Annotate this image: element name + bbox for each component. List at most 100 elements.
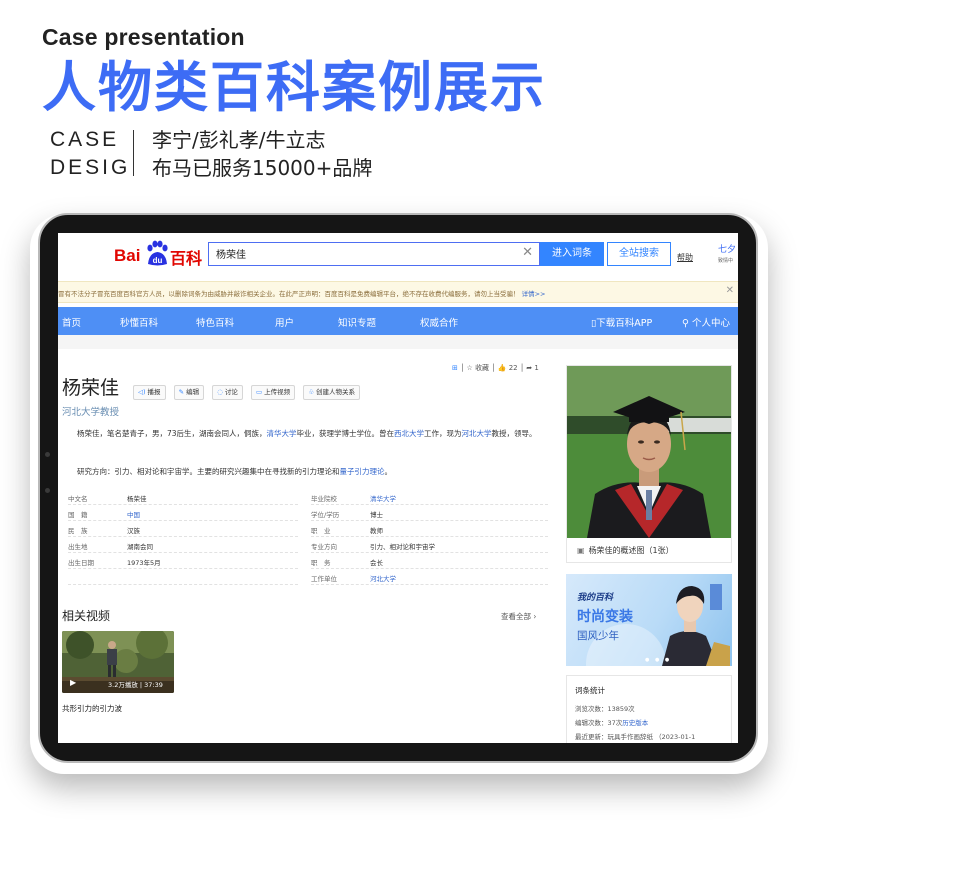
qixi-promo-sub: 致情中 (718, 258, 734, 264)
info-row: 中文名 杨荣佳 毕业院校 清华大学 (68, 489, 548, 505)
entry-action-chips: ◁) 播报 ✎ 编辑 ◌ 讨论 ▭ 上传视频 ♧ 创建人物关系 (133, 379, 363, 400)
discuss-button[interactable]: ◌ 讨论 (212, 385, 243, 400)
stats-title: 词条统计 (575, 686, 605, 695)
link-tsinghua-school[interactable]: 清华大学 (370, 493, 396, 503)
stats-edits: 编辑次数：37次历史版本 (575, 719, 649, 727)
entry-intro: 杨荣佳，笔名楚青子，男，73后生，湖南会同人，侗族，清华大学毕业，获理学博士学位… (77, 429, 537, 438)
stats-updated: 最近更新：玩具手作画辞纸 （2023-01-1 (575, 733, 696, 741)
stats-views: 浏览次数：13859次 (575, 705, 635, 713)
broadcast-button[interactable]: ◁) 播报 (133, 385, 166, 400)
eyebrow-title: Case presentation (42, 24, 245, 50)
info-row: 民 族 汉族 职 业 教师 (68, 521, 548, 537)
user-icon: ⚲ (682, 318, 692, 329)
search-value: 杨荣佳 (216, 250, 246, 261)
info-row: 出生日期 1973年5月 职 务 会长 (68, 553, 548, 569)
gallery-icon: ▣ (577, 546, 585, 555)
see-all-link[interactable]: 查看全部 › (501, 611, 536, 622)
case-served: 布马已服务15000+品牌 (152, 156, 373, 180)
edit-button[interactable]: ✎ 编辑 (173, 385, 205, 400)
nav-item-miaodong[interactable]: 秒懂百科 (120, 315, 158, 329)
link-tsinghua[interactable]: 清华大学 (267, 429, 297, 438)
info-row: 出生地 湖南会同 专业方向 引力、相对论和宇宙学 (68, 537, 548, 553)
nav-item-featured[interactable]: 特色百科 (196, 315, 234, 329)
entry-meta-actions: ⊞ │ ☆ 收藏 │ 👍 22 │ ➦ 1 (452, 364, 539, 372)
clear-icon[interactable]: ✕ (522, 245, 533, 260)
carousel-dots[interactable]: ● ● ● (645, 657, 671, 663)
case-divider (133, 130, 134, 176)
share-icon[interactable]: ➦ (526, 364, 532, 372)
video-caption[interactable]: 共形引力的引力波 (62, 703, 122, 714)
case-details: 李宁/彭礼孝/牛立志 布马已服务15000+品牌 (152, 126, 372, 182)
entry-title: 杨荣佳 (62, 377, 120, 399)
chat-icon: ◌ (217, 388, 223, 396)
banner-line-1: 我的百科 (577, 593, 614, 603)
people-icon: ♧ (308, 388, 315, 396)
summary-photo-card[interactable]: ▣ 杨荣佳的概述图（1张） (566, 365, 732, 563)
nav-item-authority[interactable]: 权威合作 (420, 315, 458, 329)
case-line-2: DESIG (50, 156, 131, 179)
add-icon[interactable]: ⊞ (452, 364, 458, 372)
portrait-photo (567, 366, 731, 538)
promo-banner[interactable]: 我的百科 时尚变装 国风少年 ● ● ● (566, 574, 732, 666)
personal-center-link[interactable]: ⚲ 个人中心 (682, 315, 730, 329)
play-icon[interactable]: ▶ (70, 678, 76, 687)
upload-video-button[interactable]: ▭ 上传视频 (250, 385, 296, 400)
case-presentation-page: Case presentation 人物类百科案例展示 CASE DESIG 李… (0, 0, 960, 870)
entry-subtitle: 河北大学教授 (62, 407, 120, 418)
baidu-baike-logo[interactable]: Bai du 百科 (114, 240, 204, 268)
case-label: CASE DESIG (50, 126, 130, 182)
case-line-1: CASE (50, 128, 120, 151)
video-icon: ▭ (255, 388, 263, 396)
headline: 人物类百科案例展示 (42, 56, 546, 119)
related-videos-title: 相关视频 (62, 609, 111, 623)
close-icon[interactable]: ✕ (726, 285, 734, 296)
link-hebei-workplace[interactable]: 河北大学 (370, 573, 396, 583)
nav-item-topics[interactable]: 知识专题 (338, 315, 376, 329)
baike-header: Bai du 百科 杨荣佳 ✕ 进入词条 全站搜索 帮助 七夕 致情中 (58, 233, 738, 280)
link-quantum-gravity[interactable]: 量子引力理论 (340, 467, 385, 476)
entry-research: 研究方向：引力、相对论和宇宙学。主要的研究兴趣集中在寻找新的引力理论和量子引力理… (77, 467, 392, 476)
logo-du-text: du (153, 256, 163, 265)
fraud-notice-bar: 冒有不法分子冒充百度百科官方人员，以删除词条为由威胁并敲诈相关企业。在此严正声明… (58, 281, 738, 303)
site-search-button[interactable]: 全站搜索 (607, 242, 671, 266)
enter-entry-button[interactable]: 进入词条 (540, 242, 604, 266)
create-relation-button[interactable]: ♧ 创建人物关系 (303, 385, 361, 400)
photo-caption[interactable]: ▣ 杨荣佳的概述图（1张） (577, 545, 674, 556)
thumbs-up-icon[interactable]: 👍 (498, 364, 507, 372)
search-input[interactable]: 杨荣佳 ✕ (208, 242, 540, 266)
history-version-link[interactable]: 历史版本 (622, 719, 648, 727)
notice-details-link[interactable]: 详情>> (522, 290, 546, 298)
speaker-icon: ◁) (138, 388, 146, 396)
entry-stats-card: 词条统计 浏览次数：13859次 编辑次数：37次历史版本 最近更新：玩具手作画… (566, 675, 732, 743)
video-thumbnail[interactable]: ▶ 3.2万播放 | 37:39 (62, 631, 174, 693)
browser-screen: Bai du 百科 杨荣佳 ✕ 进入词条 全站搜索 帮助 七夕 致情中 冒有不法… (58, 233, 738, 743)
video-stats: 3.2万播放 | 37:39 (108, 681, 163, 689)
pencil-icon: ✎ (178, 388, 185, 396)
paw-icon: du (147, 240, 168, 266)
link-hebei-univ[interactable]: 河北大学 (462, 429, 492, 438)
qixi-promo-link[interactable]: 七夕 (718, 242, 736, 255)
like-count: 22 (508, 364, 518, 372)
notice-text: 冒有不法分子冒充百度百科官方人员，以删除词条为由威胁并敲诈相关企业。在此严正声明… (58, 290, 546, 298)
logo-bai-text: Bai (114, 246, 141, 265)
info-row: 工作单位 河北大学 (68, 569, 548, 585)
star-icon[interactable]: ☆ (467, 364, 473, 372)
logo-ke-text: 百科 (170, 249, 203, 268)
share-count: 1 (534, 364, 539, 372)
nav-spacer (58, 335, 738, 349)
link-china[interactable]: 中国 (127, 509, 140, 519)
main-nav: 首页 秒懂百科 特色百科 用户 知识专题 权威合作 ▯下载百科APP ⚲ 个人中… (58, 307, 738, 335)
help-link[interactable]: 帮助 (677, 252, 693, 263)
entry-main-column: ⊞ │ ☆ 收藏 │ 👍 22 │ ➦ 1 杨荣佳 ◁) 播报 ✎ 编辑 ◌ 讨论 ▭… (58, 349, 558, 743)
link-northwest-univ[interactable]: 西北大学 (394, 429, 424, 438)
collect-link[interactable]: 收藏 (475, 364, 489, 372)
banner-line-3: 国风少年 (577, 630, 619, 642)
case-names: 李宁/彭礼孝/牛立志 (152, 128, 326, 152)
tablet-sensor-dot (45, 488, 50, 493)
banner-line-2: 时尚变装 (577, 609, 633, 625)
tablet-camera-dot (45, 452, 50, 457)
info-row: 国 籍 中国 学位/学历 博士 (68, 505, 548, 521)
download-app-link[interactable]: ▯下载百科APP (591, 315, 652, 329)
nav-item-users[interactable]: 用户 (275, 315, 294, 329)
nav-item-home[interactable]: 首页 (62, 315, 81, 329)
